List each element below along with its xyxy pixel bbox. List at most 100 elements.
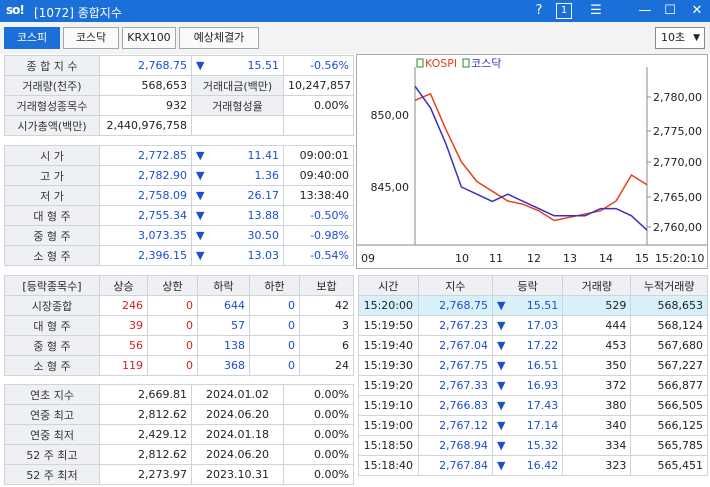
breadth-header: 하한 <box>249 275 300 296</box>
right-tick-label: 2,770,00 <box>653 156 702 169</box>
yearly-label: 52 주 최고 <box>4 444 100 465</box>
breadth-label: 대 형 주 <box>4 315 100 336</box>
tick-row[interactable]: 15:19:40 2,767.04 ▼ 17.22 453 567,680 <box>358 335 708 356</box>
breadth-down: 138 <box>197 335 250 356</box>
tick-volume: 323 <box>562 455 632 476</box>
maximize-icon[interactable]: ☐ <box>661 2 679 20</box>
price-change: ▼ 13.88 <box>191 205 284 226</box>
price-row: 소 형 주 2,396.15 ▼ 13.03 -0.54% <box>4 245 354 266</box>
interval-value: 10초 <box>661 31 686 44</box>
volume-value: 568,653 <box>99 75 192 96</box>
yearly-row: 연초 지수 2,669.81 2024.01.02 0.00% <box>4 384 354 405</box>
help-icon[interactable]: ? <box>530 2 548 20</box>
tick-volume: 334 <box>562 435 632 456</box>
tick-row[interactable]: 15:20:00 2,768.75 ▼ 15.51 529 568,653 <box>358 295 708 316</box>
tick-index: 2,767.04 <box>417 335 494 356</box>
menu-icon[interactable]: ☰ <box>587 2 605 20</box>
down-arrow-icon: ▼ <box>497 339 506 352</box>
intraday-chart: KOSPI 코스닥 850,00 845,00 2,780,00 2,775,00 2,77… <box>356 54 708 269</box>
title-bar: so! [1072] 종합지수 ? 1 ☰ — ☐ ✕ <box>0 0 710 22</box>
index-pct: -0.56% <box>283 55 354 76</box>
down-arrow-icon: ▼ <box>497 459 506 472</box>
yearly-pct: 0.00% <box>283 384 354 405</box>
tick-row[interactable]: 15:19:20 2,767.33 ▼ 16.93 372 566,877 <box>358 375 708 396</box>
price-row: 대 형 주 2,755.34 ▼ 13.88 -0.50% <box>4 205 354 226</box>
yearly-date: 2024.06.20 <box>191 404 284 425</box>
series-line-kosdaq <box>414 85 648 231</box>
close-icon[interactable]: ✕ <box>688 2 706 20</box>
tab-kospi[interactable]: 코스피 <box>4 27 60 49</box>
breadth-down-limit: 0 <box>249 295 300 316</box>
breadth-down: 57 <box>197 315 250 336</box>
tick-change: ▼ 16.51 <box>492 355 564 376</box>
down-arrow-icon: ▼ <box>497 419 506 432</box>
tick-row[interactable]: 15:19:00 2,767.12 ▼ 17.14 340 566,125 <box>358 415 708 436</box>
tick-index: 2,768.75 <box>417 295 494 316</box>
formed-rate-value: 0.00% <box>283 95 354 116</box>
breadth-header: 하락 <box>197 275 250 296</box>
legend-swatch <box>462 58 470 68</box>
ticks-header: 거래량 <box>562 275 632 296</box>
yearly-label: 연중 최고 <box>4 404 100 425</box>
window-one-icon[interactable]: 1 <box>556 3 572 19</box>
tick-cumulative: 568,653 <box>630 295 708 316</box>
price-value: 2,396.15 <box>99 245 192 266</box>
yearly-value: 2,429.12 <box>99 424 192 445</box>
breadth-label: 소 형 주 <box>4 355 100 376</box>
yearly-date: 2024.01.18 <box>191 424 284 445</box>
tab-kosdaq[interactable]: 코스닥 <box>63 27 119 49</box>
price-value: 2,755.34 <box>99 205 192 226</box>
tick-cumulative: 567,227 <box>630 355 708 376</box>
tick-volume: 380 <box>562 395 632 416</box>
legend-label: 코스닥 <box>471 57 501 70</box>
tick-cumulative: 567,680 <box>630 335 708 356</box>
yearly-row: 연중 최저 2,429.12 2024.01.18 0.00% <box>4 424 354 445</box>
tick-row[interactable]: 15:19:50 2,767.23 ▼ 17.03 444 568,124 <box>358 315 708 336</box>
price-change: ▼ 11.41 <box>191 145 284 166</box>
price-pct: -0.54% <box>283 245 354 266</box>
legend-label: KOSPI <box>425 57 457 70</box>
tab-expected-price[interactable]: 예상체결가 <box>179 27 259 49</box>
price-value: 2,782.90 <box>99 165 192 186</box>
tick-change: ▼ 17.14 <box>492 415 564 436</box>
minimize-icon[interactable]: — <box>636 2 654 20</box>
tick-row[interactable]: 15:18:40 2,767.84 ▼ 16.42 323 565,451 <box>358 455 708 476</box>
yearly-date: 2023.10.31 <box>191 464 284 485</box>
breadth-up: 119 <box>99 355 148 376</box>
tab-krx100[interactable]: KRX100 <box>122 27 176 49</box>
down-arrow-icon: ▼ <box>196 209 205 222</box>
tick-volume: 350 <box>562 355 632 376</box>
breadth-up-limit: 0 <box>147 315 198 336</box>
breadth-down-limit: 0 <box>249 315 300 336</box>
tick-time: 15:19:00 <box>358 415 419 436</box>
tick-volume: 529 <box>562 295 632 316</box>
tick-change: ▼ 15.32 <box>492 435 564 456</box>
formed-count-label: 거래형성종목수 <box>4 95 100 116</box>
tick-row[interactable]: 15:19:30 2,767.75 ▼ 16.51 350 567,227 <box>358 355 708 376</box>
yearly-date: 2024.06.20 <box>191 444 284 465</box>
breadth-flat: 42 <box>299 295 354 316</box>
tick-time: 15:19:20 <box>358 375 419 396</box>
index-value: 2,768.75 <box>99 55 192 76</box>
price-change: ▼ 30.50 <box>191 225 284 246</box>
down-arrow-icon: ▼ <box>497 439 506 452</box>
tick-cumulative: 566,505 <box>630 395 708 416</box>
right-tick-label: 2,780,00 <box>653 91 702 104</box>
breadth-header: 상한 <box>147 275 198 296</box>
amount-value: 10,247,857 <box>283 75 354 96</box>
tick-row[interactable]: 15:19:10 2,766.83 ▼ 17.43 380 566,505 <box>358 395 708 416</box>
price-row: 고 가 2,782.90 ▼ 1.36 09:40:00 <box>4 165 354 186</box>
yearly-value: 2,812.62 <box>99 444 192 465</box>
yearly-pct: 0.00% <box>283 404 354 425</box>
tick-row[interactable]: 15:18:50 2,768.94 ▼ 15.32 334 565,785 <box>358 435 708 456</box>
tick-cumulative: 565,451 <box>630 455 708 476</box>
breadth-header: [등락종목수] <box>4 275 100 296</box>
chevron-down-icon: ▼ <box>693 33 700 43</box>
volume-label: 거래량(천주) <box>4 75 100 96</box>
price-value: 3,073.35 <box>99 225 192 246</box>
interval-select[interactable]: 10초 ▼ <box>655 27 705 49</box>
x-tick-label: 11 <box>489 252 503 265</box>
down-arrow-icon: ▼ <box>196 249 205 262</box>
tick-time: 15:19:40 <box>358 335 419 356</box>
price-value: 2,758.09 <box>99 185 192 206</box>
